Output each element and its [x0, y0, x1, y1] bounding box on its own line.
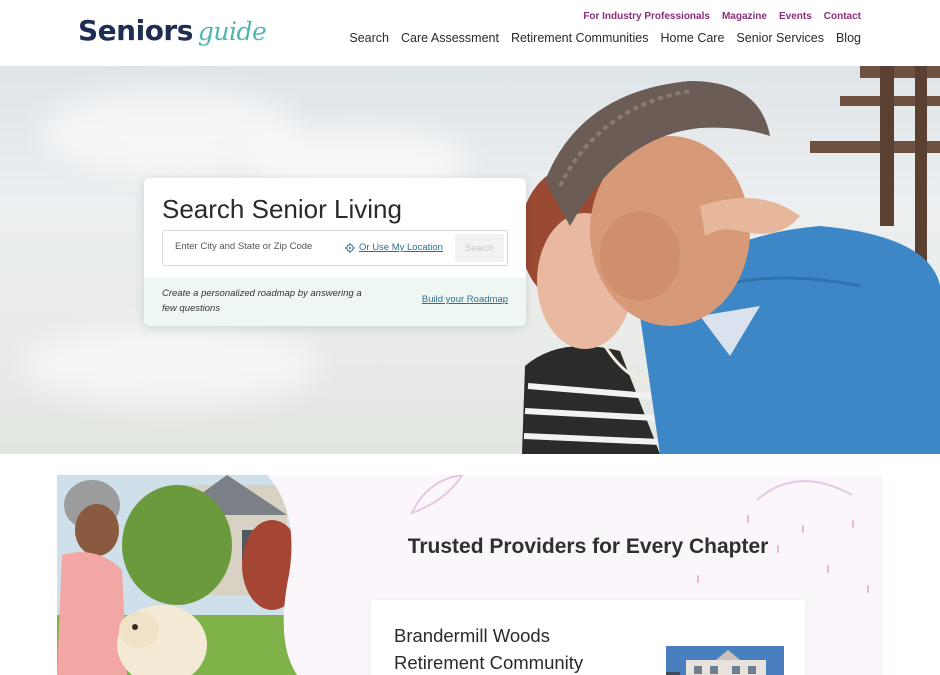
util-link-contact[interactable]: Contact — [824, 11, 861, 22]
provider-thumbnail — [666, 646, 784, 675]
location-search-input[interactable] — [175, 241, 335, 252]
provider-name: Brandermill Woods Retirement Community — [394, 625, 584, 673]
hero-banner: Search Senior Living Or Use My Location … — [0, 66, 940, 454]
nav-link-home-care[interactable]: Home Care — [661, 31, 725, 45]
woman-with-dog-photo — [57, 475, 297, 675]
util-link-magazine[interactable]: Magazine — [722, 11, 767, 22]
decorative-dash — [852, 520, 854, 528]
utility-nav: For Industry Professionals Magazine Even… — [583, 11, 861, 22]
section-title: Trusted Providers for Every Chapter — [407, 535, 769, 558]
site-header: Seniors guide For Industry Professionals… — [0, 0, 940, 66]
use-my-location-link[interactable]: Or Use My Location — [345, 242, 443, 253]
roadmap-description: Create a personalized roadmap by answeri… — [162, 288, 362, 314]
search-title: Search Senior Living — [162, 194, 402, 224]
search-box: Or Use My Location Search — [162, 230, 508, 266]
logo-text-main: Seniors — [78, 14, 193, 47]
search-card: Search Senior Living Or Use My Location … — [144, 178, 526, 326]
nav-link-retirement-communities[interactable]: Retirement Communities — [511, 31, 649, 45]
nav-link-care-assessment[interactable]: Care Assessment — [401, 31, 499, 45]
search-button[interactable]: Search — [455, 234, 504, 262]
decorative-dash — [802, 525, 804, 533]
util-link-events[interactable]: Events — [779, 11, 812, 22]
location-target-icon — [345, 242, 355, 253]
roadmap-footer: Create a personalized roadmap by answeri… — [144, 278, 526, 326]
decorative-dash — [867, 585, 869, 593]
use-my-location-label: Or Use My Location — [359, 242, 443, 253]
decorative-dash — [827, 565, 829, 573]
decorative-leaf — [410, 475, 464, 515]
site-logo[interactable]: Seniors guide — [78, 14, 267, 47]
nav-link-senior-services[interactable]: Senior Services — [736, 31, 824, 45]
util-link-industry-professionals[interactable]: For Industry Professionals — [583, 11, 710, 22]
build-roadmap-link[interactable]: Build your Roadmap — [422, 294, 508, 305]
provider-card[interactable]: Brandermill Woods Retirement Community — [371, 600, 805, 675]
main-nav: Search Care Assessment Retirement Commun… — [349, 31, 861, 45]
nav-link-blog[interactable]: Blog — [836, 31, 861, 45]
decorative-dash — [747, 515, 749, 523]
nav-link-search[interactable]: Search — [349, 31, 389, 45]
logo-text-sub: guide — [197, 17, 267, 46]
providers-section: Trusted Providers for Every Chapter Bran… — [57, 475, 883, 675]
decorative-leaf — [757, 480, 853, 501]
decorative-dash — [697, 575, 699, 583]
